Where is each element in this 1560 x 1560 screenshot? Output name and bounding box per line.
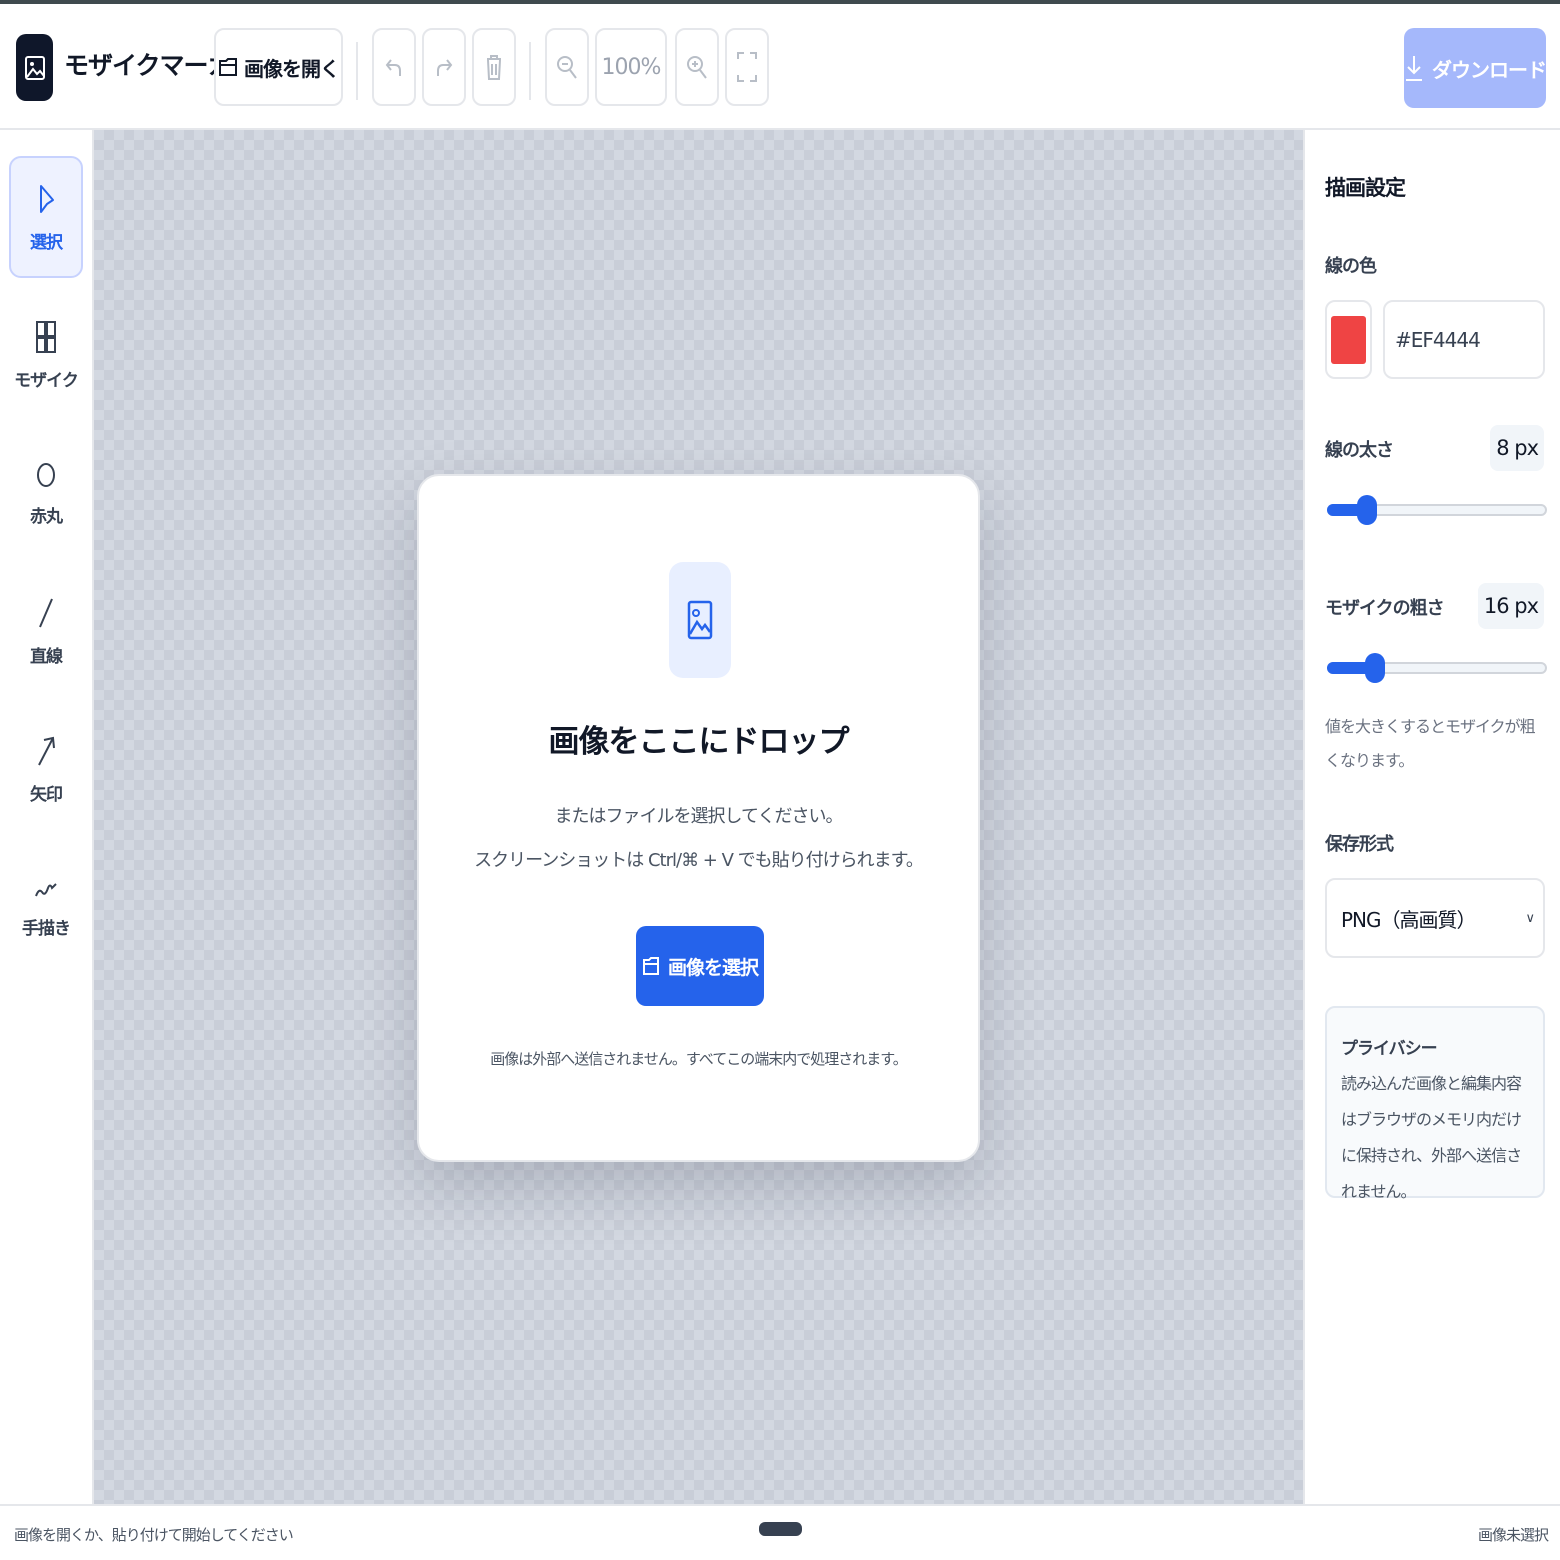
privacy-box: プライバシー 読み込んだ画像と編集内容はブラウザのメモリ内だけに保持され、外部へ… xyxy=(1325,1006,1545,1201)
slider-thumb[interactable] xyxy=(1365,653,1385,683)
status-message: 画像を開くか、貼り付けて開始してください xyxy=(14,1526,294,1544)
tool-freehand[interactable]: 手描き xyxy=(9,846,83,968)
settings-panel: 描画設定 線の色 線の太さ 8 px モザイクの粗さ 16 px 値を大きくする… xyxy=(1303,130,1560,1504)
drop-zone[interactable]: 画像をここにドロップ またはファイルを選択してください。 スクリーンショットは … xyxy=(417,474,980,1162)
cursor-icon xyxy=(40,184,54,213)
tool-line[interactable]: 直線 xyxy=(9,570,83,692)
image-icon xyxy=(24,55,45,80)
line-width-value: 8 px xyxy=(1490,425,1544,471)
format-selected-value: PNG（高画質） xyxy=(1341,907,1477,932)
format-label: 保存形式 xyxy=(1325,834,1394,855)
undo-icon xyxy=(385,59,401,76)
redo-icon xyxy=(437,59,453,76)
open-image-button[interactable]: 画像を開く xyxy=(214,28,343,106)
tool-select[interactable]: 選択 xyxy=(9,156,83,278)
mosaic-size-value: 16 px xyxy=(1477,583,1544,629)
color-picker[interactable] xyxy=(1325,300,1372,379)
select-image-label: 画像を選択 xyxy=(667,956,759,979)
drop-title: 画像をここにドロップ xyxy=(548,724,850,760)
drop-image-icon-wrap xyxy=(669,562,731,678)
zoom-out-button[interactable] xyxy=(545,28,589,106)
fullscreen-icon xyxy=(737,52,757,82)
tool-label: 矢印 xyxy=(30,784,63,805)
tool-arrow[interactable]: 矢印 xyxy=(9,708,83,830)
privacy-body: 読み込んだ画像と編集内容はブラウザのメモリ内だけに保持され、外部へ送信されません… xyxy=(1341,1074,1522,1201)
chevron-down-icon: ∨ xyxy=(1525,910,1535,926)
toolbar-divider xyxy=(356,42,358,100)
tool-label: 直線 xyxy=(30,646,63,667)
mosaic-hint: 値を大きくするとモザイクが粗くなります。 xyxy=(1325,717,1536,770)
redo-button[interactable] xyxy=(422,28,466,106)
tool-red-circle[interactable]: 赤丸 xyxy=(9,432,83,554)
tool-label: 選択 xyxy=(30,232,63,253)
folder-icon xyxy=(642,957,659,975)
circle-icon xyxy=(37,462,55,487)
zoom-level: 100% xyxy=(595,28,667,106)
grid-icon xyxy=(36,320,56,353)
resize-handle[interactable] xyxy=(759,1522,802,1536)
app-logo xyxy=(16,34,53,101)
arrow-icon xyxy=(38,736,55,765)
image-icon xyxy=(687,600,713,640)
line-width-label: 線の太さ xyxy=(1325,440,1394,461)
line-width-slider[interactable] xyxy=(1327,495,1547,525)
toolbar-divider xyxy=(529,42,531,100)
tool-sidebar: 選択 モザイク 赤丸 直線 矢印 手描き xyxy=(0,130,94,1504)
paste-hint: スクリーンショットは Ctrl/⌘ + V でも貼り付けられます。 xyxy=(474,850,924,871)
privacy-note: 画像は外部へ送信されません。すべてこの端末内で処理されます。 xyxy=(490,1050,907,1068)
select-image-button[interactable]: 画像を選択 xyxy=(636,926,764,1006)
app-header: モザイクマーカー 画像を開く 100% ダウンロード xyxy=(0,4,1560,130)
line-icon xyxy=(39,598,53,627)
canvas-area[interactable]: 画像をここにドロップ またはファイルを選択してください。 スクリーンショットは … xyxy=(94,130,1303,1504)
mosaic-size-slider[interactable] xyxy=(1327,653,1547,683)
privacy-title: プライバシー xyxy=(1341,1039,1438,1059)
line-color-label: 線の色 xyxy=(1325,256,1377,277)
freehand-icon xyxy=(35,882,57,896)
delete-button[interactable] xyxy=(472,28,516,106)
open-image-label: 画像を開く xyxy=(244,56,340,81)
download-icon xyxy=(1406,56,1422,81)
download-label: ダウンロード xyxy=(1432,57,1547,82)
tool-mosaic[interactable]: モザイク xyxy=(9,294,83,416)
color-swatch xyxy=(1331,315,1366,364)
folder-icon xyxy=(219,58,237,76)
zoom-out-icon xyxy=(557,56,577,79)
zoom-in-button[interactable] xyxy=(675,28,719,106)
drop-subtitle: またはファイルを選択してください。 xyxy=(554,806,844,827)
mosaic-size-label: モザイクの粗さ xyxy=(1325,598,1445,619)
tool-label: モザイク xyxy=(14,370,79,391)
tool-label: 手描き xyxy=(22,918,71,939)
slider-thumb[interactable] xyxy=(1357,495,1377,525)
status-bar: 画像を開くか、貼り付けて開始してください 画像未選択 xyxy=(0,1504,1560,1560)
image-status: 画像未選択 xyxy=(1477,1526,1549,1544)
panel-title: 描画設定 xyxy=(1325,176,1406,200)
trash-icon xyxy=(487,55,501,80)
download-button[interactable]: ダウンロード xyxy=(1404,28,1547,108)
undo-button[interactable] xyxy=(372,28,416,106)
fit-screen-button[interactable] xyxy=(725,28,769,106)
tool-label: 赤丸 xyxy=(30,506,63,527)
color-hex-input[interactable] xyxy=(1383,300,1545,379)
format-select[interactable]: PNG（高画質） ∨ xyxy=(1325,878,1545,958)
zoom-in-icon xyxy=(687,56,707,79)
